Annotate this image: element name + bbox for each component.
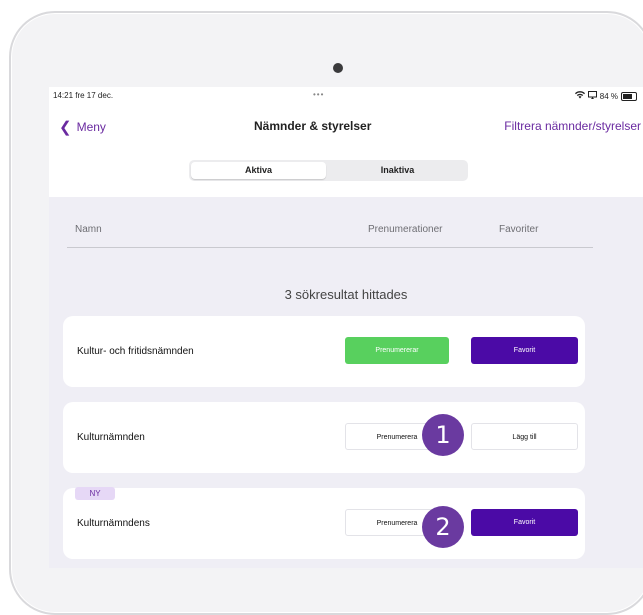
back-label: Meny <box>76 120 106 134</box>
annotation-marker-1: 1 <box>422 414 464 456</box>
new-badge: NY <box>75 487 115 500</box>
filter-button[interactable]: Filtrera nämnder/styrelser <box>504 119 641 133</box>
list-item: Kulturnämndens Prenumerera Favorit <box>63 488 585 559</box>
header-divider <box>67 247 593 248</box>
list-item: Kulturnämnden Prenumerera Lägg till <box>63 402 585 473</box>
favorite-button[interactable]: Favorit <box>471 337 578 364</box>
list-item-name: Kultur- och fritidsnämnden <box>77 346 194 357</box>
status-time: 14:21 fre 17 dec. <box>53 91 114 100</box>
list-item: Kultur- och fritidsnämnden Prenumererar … <box>63 316 585 387</box>
list-item-name: Kulturnämndens <box>77 518 150 529</box>
chevron-left-icon: ❮ <box>59 119 72 136</box>
back-button[interactable]: ❮ Meny <box>59 117 106 136</box>
status-bar: 14:21 fre 17 dec. ••• 84 % <box>49 87 643 105</box>
favorite-button[interactable]: Favorit <box>471 509 578 536</box>
annotation-marker-2: 2 <box>422 506 464 548</box>
tab-inaktiva[interactable]: Inaktiva <box>329 162 466 179</box>
segmented-control: Aktiva Inaktiva <box>189 160 468 181</box>
page-title: Nämnder & styrelser <box>254 119 372 133</box>
column-header-favorites: Favoriter <box>499 224 539 235</box>
results-count: 3 sökresultat hittades <box>284 287 408 302</box>
battery-percent: 84 % <box>599 91 618 101</box>
status-right: 84 % <box>574 91 637 101</box>
add-favorite-button[interactable]: Lägg till <box>471 423 578 450</box>
column-header-name: Namn <box>75 224 102 235</box>
navigation-bar: ❮ Meny Nämnder & styrelser Filtrera nämnd… <box>49 109 643 139</box>
app-screen: 14:21 fre 17 dec. ••• 84 % ❮ Meny Nämnder… <box>49 87 643 568</box>
list-item-name: Kulturnämnden <box>77 432 145 443</box>
multitasking-dots: ••• <box>313 90 325 99</box>
screen-mirror-icon <box>587 91 597 101</box>
front-camera <box>333 63 343 73</box>
wifi-icon <box>574 91 585 101</box>
tab-aktiva[interactable]: Aktiva <box>191 162 326 179</box>
battery-icon <box>621 91 637 101</box>
column-header-subscriptions: Prenumerationer <box>368 224 443 235</box>
top-bar: 14:21 fre 17 dec. ••• 84 % ❮ Meny Nämnder… <box>49 87 643 197</box>
subscribe-button[interactable]: Prenumererar <box>345 337 449 364</box>
